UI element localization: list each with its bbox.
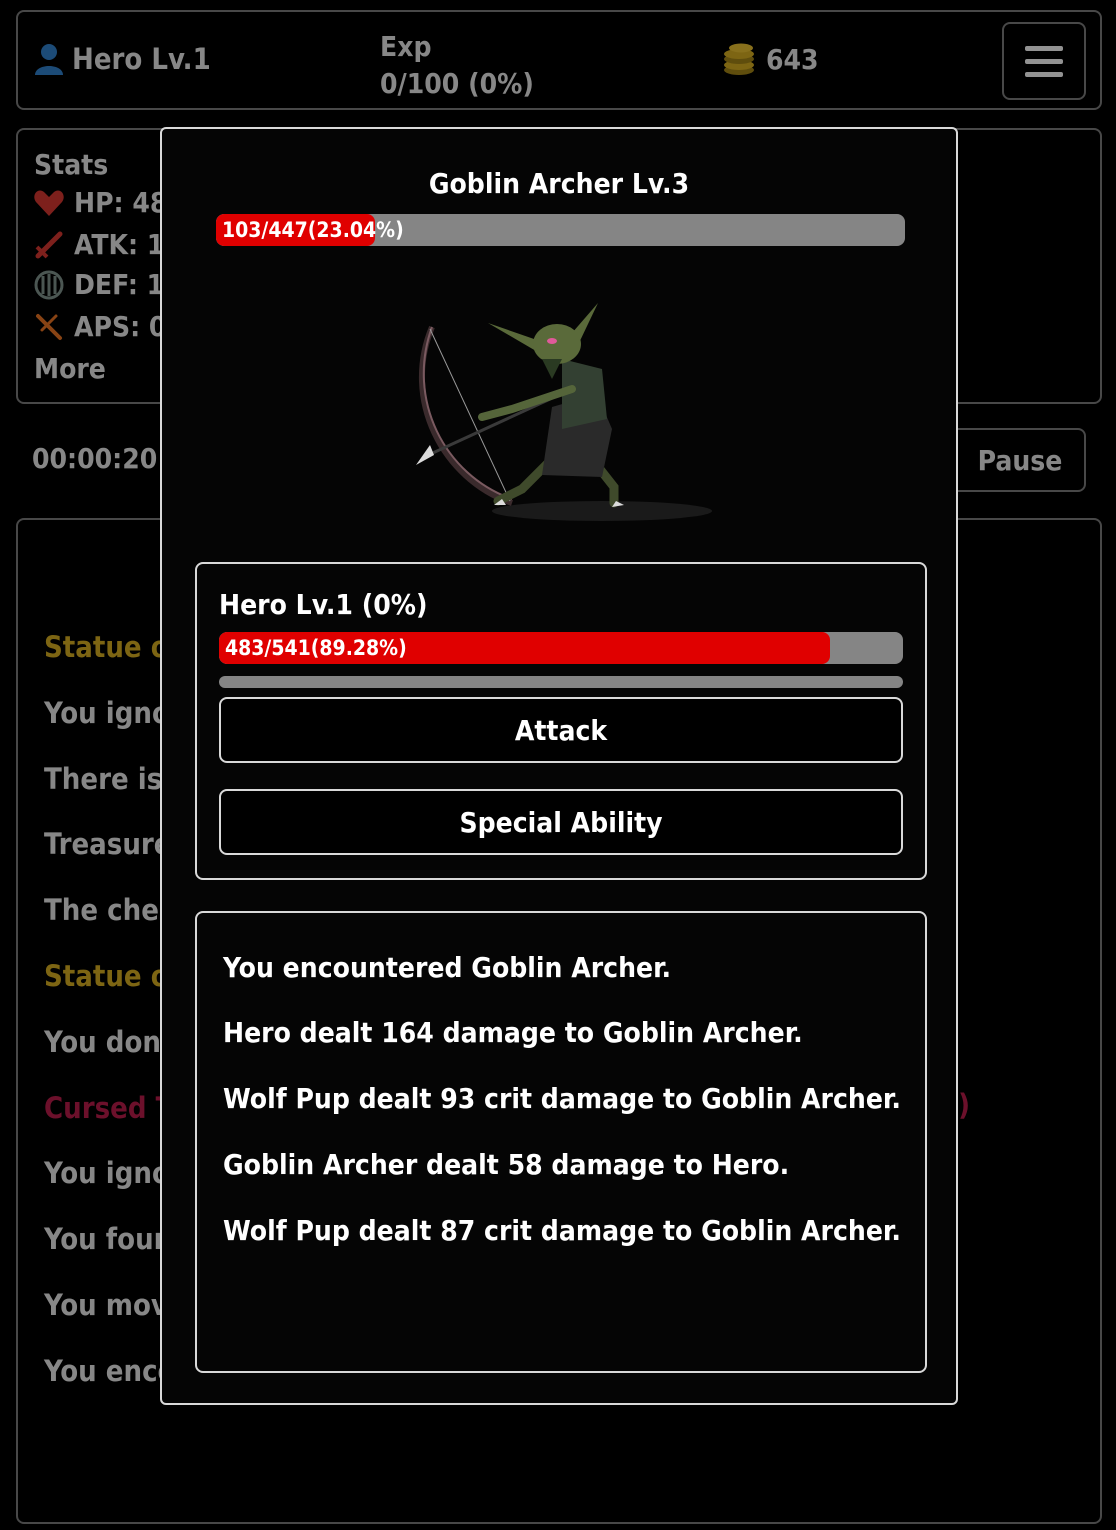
- hero-identity: Hero Lv.1: [34, 42, 211, 76]
- special-ability-button[interactable]: Special Ability: [219, 789, 903, 855]
- hero-exp-bar: [219, 676, 903, 688]
- goblin-archer-portrait: [416, 303, 712, 521]
- hero-card-title: Hero Lv.1 (0%): [219, 588, 428, 621]
- crossed-swords-icon: [36, 313, 62, 340]
- hamburger-line: [1025, 71, 1063, 77]
- elapsed-timer: 00:00:20: [32, 442, 158, 475]
- attack-button[interactable]: Attack: [219, 697, 903, 763]
- battle-log-line: You encountered Goblin Archer.: [223, 951, 672, 984]
- stat-hp: HP: 48: [34, 186, 167, 219]
- enemy-hp-text: 103/447(23.04%): [222, 218, 404, 242]
- battle-log: You encountered Goblin Archer. Hero deal…: [195, 911, 927, 1373]
- stat-aps: APS: 0.: [34, 310, 176, 343]
- hero-card: Hero Lv.1 (0%) 483/541(89.28%) Attack Sp…: [195, 562, 927, 880]
- heart-icon: [34, 189, 64, 216]
- enemy-name: Goblin Archer Lv.3: [428, 167, 690, 200]
- menu-button[interactable]: [1002, 22, 1086, 100]
- gold-coins-icon: [724, 43, 754, 75]
- battle-log-line: Hero dealt 164 damage to Goblin Archer.: [223, 1016, 803, 1049]
- stats-title: Stats: [34, 148, 109, 181]
- stat-atk-label: ATK: 1: [74, 228, 165, 261]
- battle-modal: Goblin Archer Lv.3 103/447(23.04%) Hero: [160, 127, 958, 1405]
- exp-display: Exp 0/100 (0%): [380, 28, 534, 102]
- gold-display: 643: [722, 42, 819, 76]
- hamburger-menu-icon: [1025, 45, 1063, 51]
- exp-value: 0/100 (0%): [380, 67, 534, 100]
- stat-atk: ATK: 1: [34, 228, 164, 261]
- sword-icon: [35, 231, 63, 258]
- gold-amount: 643: [766, 42, 819, 76]
- event-log-line: Treasure: [44, 827, 172, 861]
- battle-log-line: Wolf Pup dealt 93 crit damage to Goblin …: [223, 1082, 901, 1115]
- shield-icon: [34, 270, 64, 299]
- battle-log-line: Goblin Archer dealt 58 damage to Hero.: [223, 1148, 790, 1181]
- enemy-hp-bar: 103/447(23.04%): [216, 214, 905, 246]
- user-icon: [35, 44, 63, 75]
- stat-hp-label: HP: 48: [74, 186, 168, 219]
- top-bar: Hero Lv.1 Exp 0/100 (0%) 643: [16, 10, 1102, 110]
- hero-hp-text: 483/541(89.28%): [225, 636, 407, 660]
- hero-level-label: Hero Lv.1: [72, 42, 211, 76]
- exp-label: Exp: [380, 30, 432, 63]
- hero-hp-bar: 483/541(89.28%): [219, 632, 903, 664]
- hamburger-line: [1025, 58, 1063, 64]
- stats-more-link[interactable]: More: [34, 352, 106, 385]
- battle-log-line: Wolf Pup dealt 87 crit damage to Goblin …: [223, 1214, 901, 1247]
